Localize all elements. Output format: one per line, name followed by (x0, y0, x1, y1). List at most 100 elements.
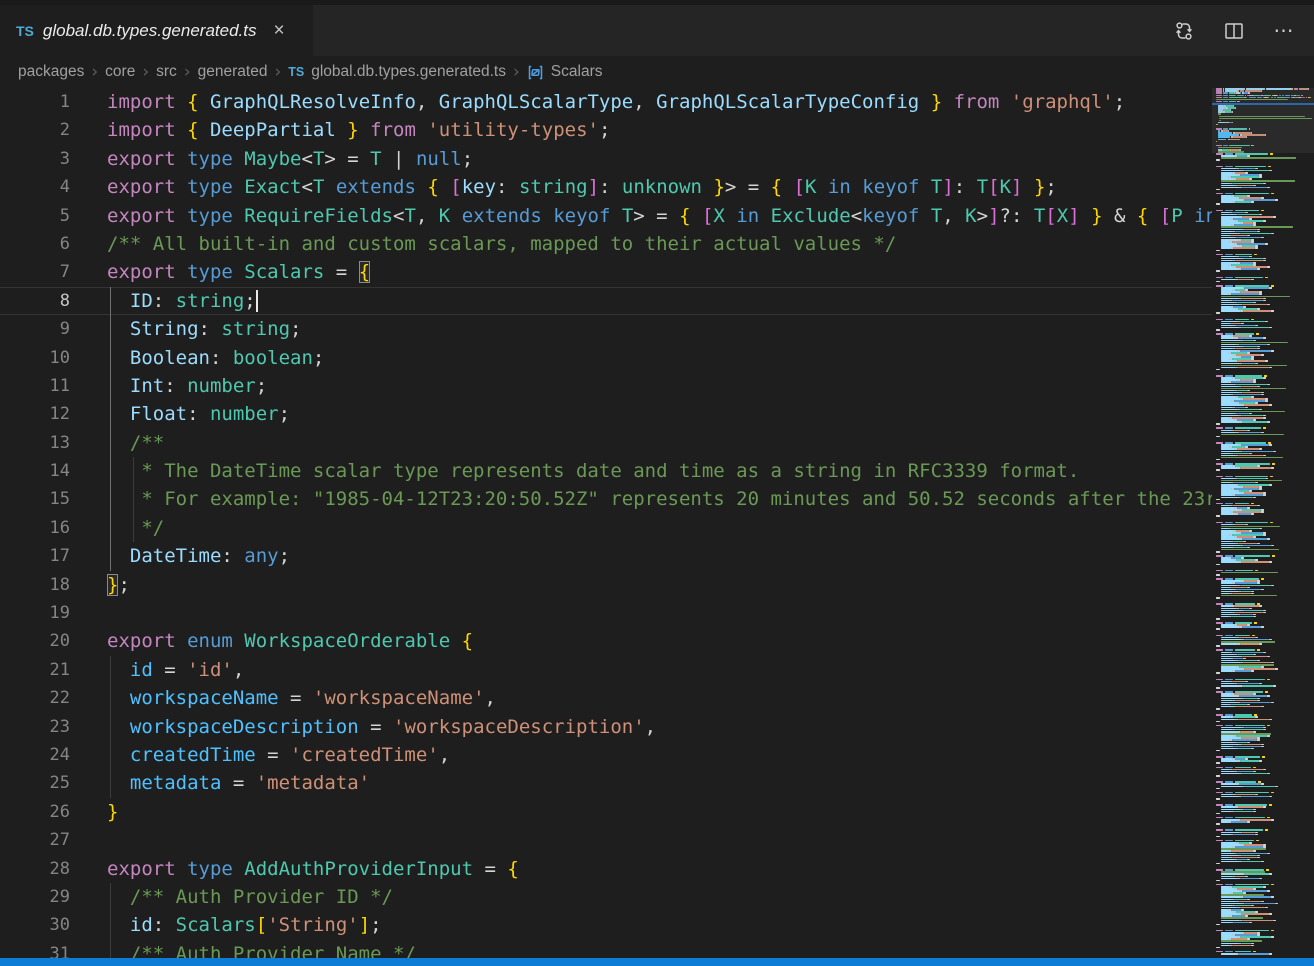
line-number[interactable]: 18 (0, 571, 70, 599)
code-line[interactable]: 10 Boolean: boolean; (0, 344, 1212, 372)
code-line[interactable]: 17 DateTime: any; (0, 542, 1212, 570)
indent-guide (110, 400, 111, 428)
code-token: 'workspaceDescription' (393, 716, 645, 738)
code-line[interactable]: 29 /** Auth Provider ID */ (0, 883, 1212, 911)
line-number[interactable]: 9 (0, 315, 70, 343)
editor-tab[interactable]: TS global.db.types.generated.ts × (0, 5, 313, 56)
code-line[interactable]: 20export enum WorkspaceOrderable { (0, 627, 1212, 655)
line-number[interactable]: 23 (0, 713, 70, 741)
line-number[interactable]: 28 (0, 855, 70, 883)
line-number[interactable]: 10 (0, 344, 70, 372)
line-number[interactable]: 2 (0, 116, 70, 144)
text-cursor (256, 290, 258, 312)
code-line[interactable]: 22 workspaceName = 'workspaceName', (0, 684, 1212, 712)
breadcrumb-item-file[interactable]: TSglobal.db.types.generated.ts (288, 63, 506, 81)
code-line[interactable]: 27 (0, 826, 1212, 854)
minimap-slider[interactable] (1212, 88, 1314, 153)
line-number[interactable]: 12 (0, 400, 70, 428)
code-line[interactable]: 11 Int: number; (0, 372, 1212, 400)
code-line[interactable]: 8 ID: string; (0, 287, 1212, 315)
code-token: < (301, 176, 312, 198)
line-number[interactable]: 1 (0, 88, 70, 116)
line-number[interactable]: 15 (0, 485, 70, 513)
line-number[interactable]: 5 (0, 202, 70, 230)
line-number[interactable]: 3 (0, 145, 70, 173)
code-line[interactable]: 1import { GraphQLResolveInfo, GraphQLSca… (0, 88, 1212, 116)
code-line[interactable]: 30 id: Scalars['String']; (0, 911, 1212, 939)
code-line[interactable]: 4export type Exact<T extends { [key: str… (0, 173, 1212, 201)
breadcrumb-item-symbol[interactable]: Scalars (527, 63, 603, 81)
code-line[interactable]: 19 (0, 599, 1212, 627)
code-token: { (507, 858, 518, 880)
code-line[interactable]: 31 /** Auth Provider Name */ (0, 940, 1212, 958)
code-token: String (107, 318, 199, 340)
code-line[interactable]: 26} (0, 798, 1212, 826)
code-line[interactable]: 25 metadata = 'metadata' (0, 769, 1212, 797)
code-line[interactable]: 5export type RequireFields<T, K extends … (0, 202, 1212, 230)
breadcrumb-item-src[interactable]: src (156, 63, 177, 81)
line-number[interactable]: 8 (0, 287, 70, 315)
code-line[interactable]: 28export type AddAuthProviderInput = { (0, 855, 1212, 883)
line-number[interactable]: 6 (0, 230, 70, 258)
line-number[interactable]: 24 (0, 741, 70, 769)
code-line[interactable]: 3export type Maybe<T> = T | null; (0, 145, 1212, 173)
open-changes-icon[interactable] (1172, 19, 1196, 43)
breadcrumb-item-packages[interactable]: packages (18, 63, 84, 81)
line-number[interactable]: 31 (0, 940, 70, 958)
indent-guide (110, 713, 111, 741)
code-token: number (210, 403, 279, 425)
code-line[interactable]: 18}; (0, 571, 1212, 599)
code-token: export (107, 630, 176, 652)
line-number[interactable]: 30 (0, 911, 70, 939)
line-number[interactable]: 13 (0, 429, 70, 457)
close-tab-icon[interactable]: × (274, 21, 285, 40)
split-editor-icon[interactable] (1222, 19, 1246, 43)
indent-guide (133, 514, 134, 542)
code-token: from (942, 91, 999, 113)
code-token: Exact (233, 176, 302, 198)
line-number[interactable]: 20 (0, 627, 70, 655)
breadcrumb-separator: › (91, 62, 98, 82)
line-number[interactable]: 22 (0, 684, 70, 712)
line-number[interactable]: 16 (0, 514, 70, 542)
code-line[interactable]: 7export type Scalars = { (0, 258, 1212, 286)
code-line[interactable]: 21 id = 'id', (0, 656, 1212, 684)
breadcrumb-item-generated[interactable]: generated (198, 63, 268, 81)
line-number[interactable]: 19 (0, 599, 70, 627)
code-token: = (279, 687, 313, 709)
code-token: T (610, 205, 633, 227)
code-line[interactable]: 9 String: string; (0, 315, 1212, 343)
line-number[interactable]: 14 (0, 457, 70, 485)
code-line[interactable]: 24 createdTime = 'createdTime', (0, 741, 1212, 769)
code-line[interactable]: 12 Float: number; (0, 400, 1212, 428)
code-line[interactable]: 23 workspaceDescription = 'workspaceDesc… (0, 713, 1212, 741)
code-line[interactable]: 15 * For example: "1985-04-12T23:20:50.5… (0, 485, 1212, 513)
code-line[interactable]: 2import { DeepPartial } from 'utility-ty… (0, 116, 1212, 144)
line-number[interactable]: 27 (0, 826, 70, 854)
code-token: , (485, 687, 496, 709)
code-line[interactable]: 6/** All built-in and custom scalars, ma… (0, 230, 1212, 258)
code-token: ; (462, 148, 473, 170)
line-number[interactable]: 17 (0, 542, 70, 570)
breadcrumb-item-core[interactable]: core (105, 63, 135, 81)
code-token: * For example: "1985-04-12T23:20:50.52Z"… (107, 488, 1212, 510)
line-number[interactable]: 11 (0, 372, 70, 400)
line-number[interactable]: 7 (0, 258, 70, 286)
code-line[interactable]: 16 */ (0, 514, 1212, 542)
code-line[interactable]: 14 * The DateTime scalar type represents… (0, 457, 1212, 485)
line-number[interactable]: 29 (0, 883, 70, 911)
line-number[interactable]: 21 (0, 656, 70, 684)
minimap[interactable] (1212, 88, 1314, 958)
code-token: 'metadata' (256, 772, 370, 794)
code-token: , (942, 205, 965, 227)
code-token: 'graphql' (999, 91, 1113, 113)
code-token: { (187, 91, 198, 113)
code-area[interactable]: 1import { GraphQLResolveInfo, GraphQLSca… (0, 88, 1212, 958)
line-number[interactable]: 25 (0, 769, 70, 797)
line-number[interactable]: 26 (0, 798, 70, 826)
more-actions-icon[interactable]: ⋯ (1272, 19, 1296, 43)
code-token (782, 176, 793, 198)
code-token: RequireFields (233, 205, 393, 227)
code-line[interactable]: 13 /** (0, 429, 1212, 457)
line-number[interactable]: 4 (0, 173, 70, 201)
